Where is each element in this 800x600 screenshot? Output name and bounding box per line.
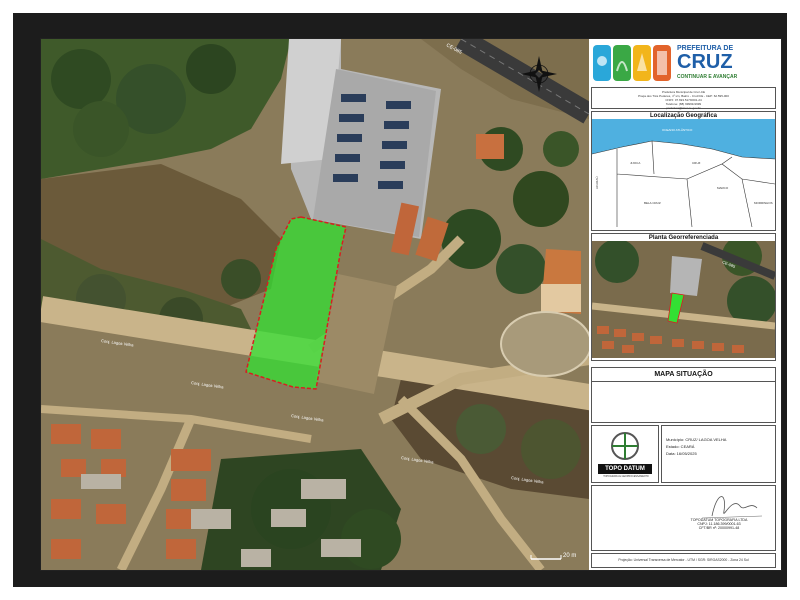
satellite-image: CE-085 Conj. Lagoa Velha Conj. Lagoa Vel…	[41, 39, 589, 570]
signature-line: CFT/BR nº: 20000991-48	[698, 526, 740, 530]
georef-plan-box: Planta Georreferenciada CE-085	[591, 233, 777, 361]
location-map: OCEANO ATLÂNTICO ACARAÚ JIJOCA BELA CRUZ…	[591, 119, 776, 228]
header-logo: PREFEITURA DE CRUZ CONTINUAR E AVANÇAR	[591, 41, 776, 86]
georef-thumbnail: CE-085	[591, 236, 777, 358]
georef-plan-title: Planta Georreferenciada	[648, 235, 719, 241]
legend-panel: PREFEITURA DE CRUZ CONTINUAR E AVANÇAR P…	[589, 39, 781, 570]
geo-label: JIJOCA	[630, 161, 640, 165]
projection-box: Projeção: Universal Transversa de Mercat…	[591, 553, 776, 568]
geo-label: MORRINHOS	[754, 201, 773, 205]
project-info: Município: CRUZ/ LAGOA VELHA Estado: CEA…	[661, 425, 776, 483]
estado-text: Estado: CEARÁ	[666, 444, 695, 449]
company-name: TOPO DATUM	[605, 466, 645, 472]
geo-label: OCEANO ATLÂNTICO	[662, 127, 693, 132]
geo-label: CRUZ	[692, 161, 700, 165]
satellite-map[interactable]: CE-085 Conj. Lagoa Velha Conj. Lagoa Vel…	[41, 39, 590, 570]
map-sheet: CE-085 Conj. Lagoa Velha Conj. Lagoa Vel…	[40, 38, 782, 571]
scale-label: 20 m	[563, 553, 576, 559]
projection-text: Projeção: Universal Transversa de Mercat…	[618, 558, 749, 562]
situation-map-box: MAPA SITUAÇÃO	[591, 367, 776, 423]
org-slogan: CONTINUAR E AVANÇAR	[677, 74, 738, 80]
geo-label: MARCO	[717, 186, 729, 190]
geo-location-box: Localização Geográfica OCEANO ATLÂNTICO …	[591, 111, 776, 231]
company-box: TOPO DATUM TOPOGRAFIA E GEOPROCESSAMENTO	[591, 425, 659, 483]
geo-label: BELA CRUZ	[644, 201, 661, 205]
municipio-text: Município: CRUZ/ LAGOA VELHA	[666, 437, 727, 442]
geo-location-title: Localização Geográfica	[649, 113, 718, 119]
agency-line: prefeitura@cruz.ce.gov.br	[666, 106, 701, 110]
company-tagline: TOPOGRAFIA E GEOPROCESSAMENTO	[603, 475, 649, 478]
agency-info: Prefeitura Municipal de Cruz-CE Praça do…	[591, 87, 776, 110]
geo-label: ACARAÚ	[594, 176, 599, 189]
situation-map-title: MAPA SITUAÇÃO	[592, 368, 775, 382]
date-text: Data: 16/05/2025	[666, 451, 697, 456]
signature-box: TOPODATUM TOPOGRAFIA LTDA CNPJ: 11.186.3…	[591, 485, 776, 551]
org-name: CRUZ	[677, 51, 733, 73]
